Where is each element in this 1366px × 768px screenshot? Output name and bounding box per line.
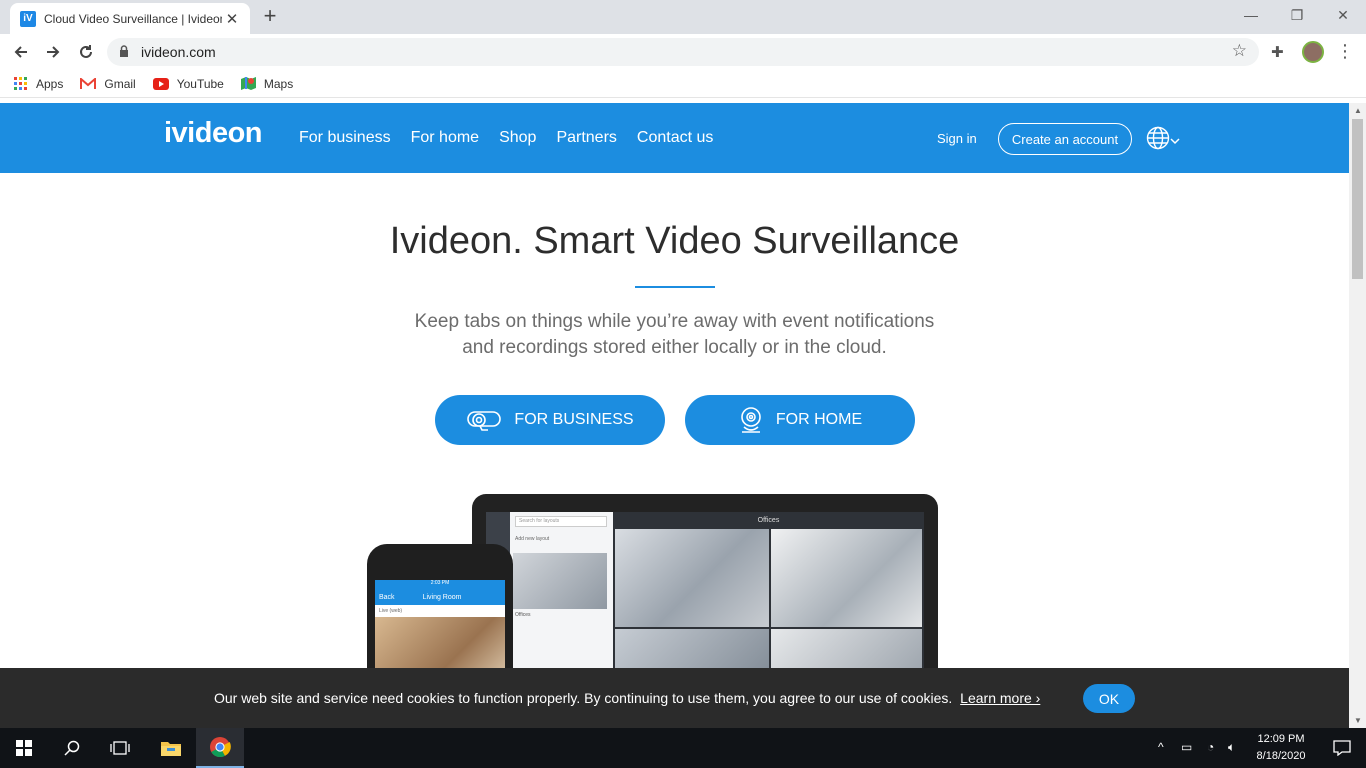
bookmark-label: Apps [36,76,64,91]
bookmark-label: Gmail [104,76,136,91]
nav-shop[interactable]: Shop [499,129,536,147]
battery-icon[interactable]: ▭ [1181,740,1192,754]
chevron-down-icon [1170,132,1180,150]
layout-thumbnail-label: Offices [515,612,531,618]
browser-tabstrip: iV Cloud Video Surveillance | Ivideon ✕ … [0,0,1366,34]
bookmark-label: YouTube [176,76,224,91]
cookie-text: Our web site and service need cookies to… [214,690,1040,706]
site-header: ivideon For business For home Shop Partn… [0,103,1349,173]
gmail-icon [80,77,97,90]
cookie-message: Our web site and service need cookies to… [214,690,953,706]
bookmark-gmail[interactable]: Gmail [80,76,136,91]
for-business-button[interactable]: FOR BUSINESS [435,395,665,445]
forward-arrow-icon[interactable] [41,40,65,64]
hero-subtitle-line: Keep tabs on things while you’re away wi… [414,311,935,332]
file-explorer-icon[interactable] [147,728,195,768]
sign-in-link[interactable]: Sign in [937,131,977,146]
page-scrollbar[interactable]: ▲ ▼ [1349,103,1366,728]
for-business-label: FOR BUSINESS [514,411,634,428]
camera-feed [615,529,769,627]
layout-thumbnail [513,553,607,609]
business-camera-icon [466,408,502,432]
url-text: ivideon.com [141,44,216,60]
new-tab-plus-icon[interactable]: + [259,5,281,27]
tab-title: Cloud Video Surveillance | Ivideon [44,11,222,26]
create-account-button[interactable]: Create an account [998,123,1132,155]
scroll-up-arrow-icon[interactable]: ▲ [1354,106,1362,115]
layout-search: Search for layouts [515,516,607,527]
chrome-menu-icon[interactable]: ⋮ [1336,40,1354,62]
phone-title: Living Room [422,593,462,601]
maps-icon [240,76,256,91]
reload-icon[interactable] [74,40,98,64]
youtube-icon [152,77,169,90]
language-selector[interactable] [1146,126,1180,155]
bookmark-star-icon[interactable]: ☆ [1232,41,1247,61]
lock-icon [119,45,129,63]
window-close-icon[interactable]: ✕ [1320,2,1366,28]
restore-icon[interactable]: ❐ [1274,2,1320,28]
system-clock[interactable]: 12:09 PM 8/18/2020 [1254,731,1308,765]
browser-tab[interactable]: iV Cloud Video Surveillance | Ivideon ✕ [10,3,250,34]
volume-icon[interactable]: 🔈︎ [1228,740,1235,755]
chrome-taskbar-icon[interactable] [196,728,244,768]
phone-live-label: Live (web) [379,608,403,614]
ivideon-favicon-icon: iV [20,10,36,27]
task-view-icon[interactable] [96,728,144,768]
for-home-label: FOR HOME [775,411,863,428]
search-icon[interactable] [48,728,96,768]
bookmark-apps[interactable]: Apps [14,76,64,91]
back-arrow-icon[interactable] [9,40,33,64]
home-camera-icon [738,406,764,434]
main-nav: For business For home Shop Partners Cont… [299,129,733,147]
ivideon-logo[interactable]: ivideon [164,117,263,150]
bookmark-youtube[interactable]: YouTube [152,76,224,91]
phone-status-bar: 2:03 PM [375,580,505,589]
layout-title: Offices [757,517,780,524]
phone-app-bar: Back Living Room [375,589,505,605]
cookie-banner: Our web site and service need cookies to… [0,668,1349,728]
tab-close-icon[interactable]: ✕ [224,10,240,28]
hero-divider [635,286,715,288]
chevron-up-icon[interactable]: ^ [1158,740,1164,754]
nav-contact-us[interactable]: Contact us [637,129,713,147]
nav-for-business[interactable]: For business [299,129,391,147]
apps-grid-icon [14,76,28,91]
address-bar[interactable]: ivideon.com ☆ [107,38,1259,66]
for-home-button[interactable]: FOR HOME [685,395,915,445]
camera-feed [771,529,922,627]
minimize-icon[interactable]: — [1228,2,1274,28]
nav-partners[interactable]: Partners [556,129,616,147]
windows-start-icon[interactable] [0,728,48,768]
phone-back: Back [379,593,395,601]
notifications-icon[interactable] [1318,728,1366,768]
hero-subtitle-line: and recordings stored either locally or … [462,337,887,358]
clock-date: 8/18/2020 [1256,750,1306,762]
bookmark-maps[interactable]: Maps [240,76,294,91]
scroll-thumb[interactable] [1352,119,1363,279]
nav-for-home[interactable]: For home [411,129,479,147]
globe-icon [1146,126,1170,155]
profile-avatar[interactable] [1302,41,1324,63]
hero-subtitle: Keep tabs on things while you’re away wi… [0,309,1349,361]
hero-title: Ivideon. Smart Video Surveillance [389,220,960,262]
bookmark-label: Maps [263,76,294,91]
extensions-puzzle-icon[interactable]: ✚ [1271,43,1284,61]
add-layout: Add new layout [515,536,550,542]
bookmarks-bar: Apps Gmail YouTube Maps [0,70,1366,98]
cookie-ok-button[interactable]: OK [1083,684,1135,713]
windows-taskbar: ^ ▭ ◔ 🔈︎ 12:09 PM 8/18/2020 [0,728,1366,768]
page-viewport: ivideon For business For home Shop Partn… [0,103,1349,728]
scroll-down-arrow-icon[interactable]: ▼ [1354,716,1362,725]
wifi-icon[interactable]: ◔ [1207,740,1214,754]
clock-time: 12:09 PM [1257,733,1305,745]
learn-more-link[interactable]: Learn more › [960,690,1040,706]
